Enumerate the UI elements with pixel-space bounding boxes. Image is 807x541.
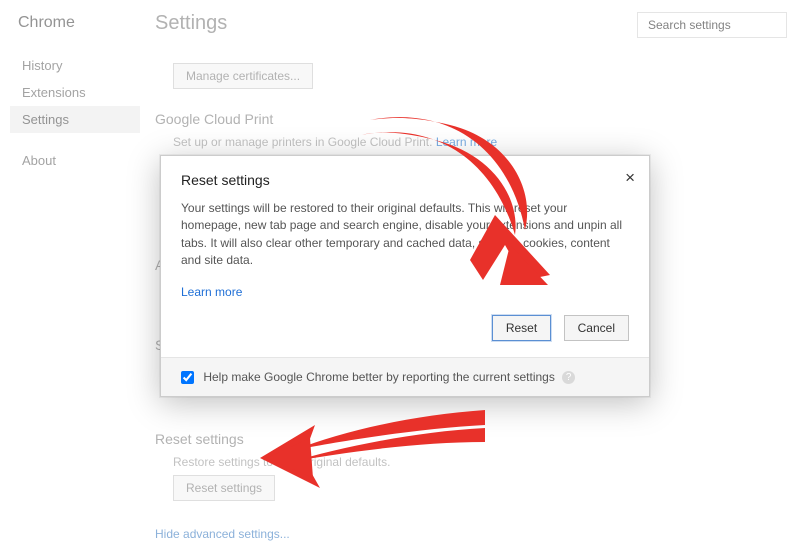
dialog-body-text: Your settings will be restored to their … bbox=[181, 201, 622, 267]
close-icon[interactable]: × bbox=[625, 168, 635, 188]
help-icon[interactable]: ? bbox=[562, 371, 575, 384]
help-reporting-label: Help make Google Chrome better by report… bbox=[203, 370, 555, 384]
help-reporting-checkbox[interactable] bbox=[181, 371, 194, 384]
cancel-button[interactable]: Cancel bbox=[564, 315, 629, 341]
reset-settings-dialog: Reset settings × Your settings will be r… bbox=[160, 155, 650, 397]
dialog-learn-more-link[interactable]: Learn more bbox=[181, 284, 242, 301]
dialog-title: Reset settings bbox=[181, 172, 270, 188]
reset-button[interactable]: Reset bbox=[492, 315, 551, 341]
